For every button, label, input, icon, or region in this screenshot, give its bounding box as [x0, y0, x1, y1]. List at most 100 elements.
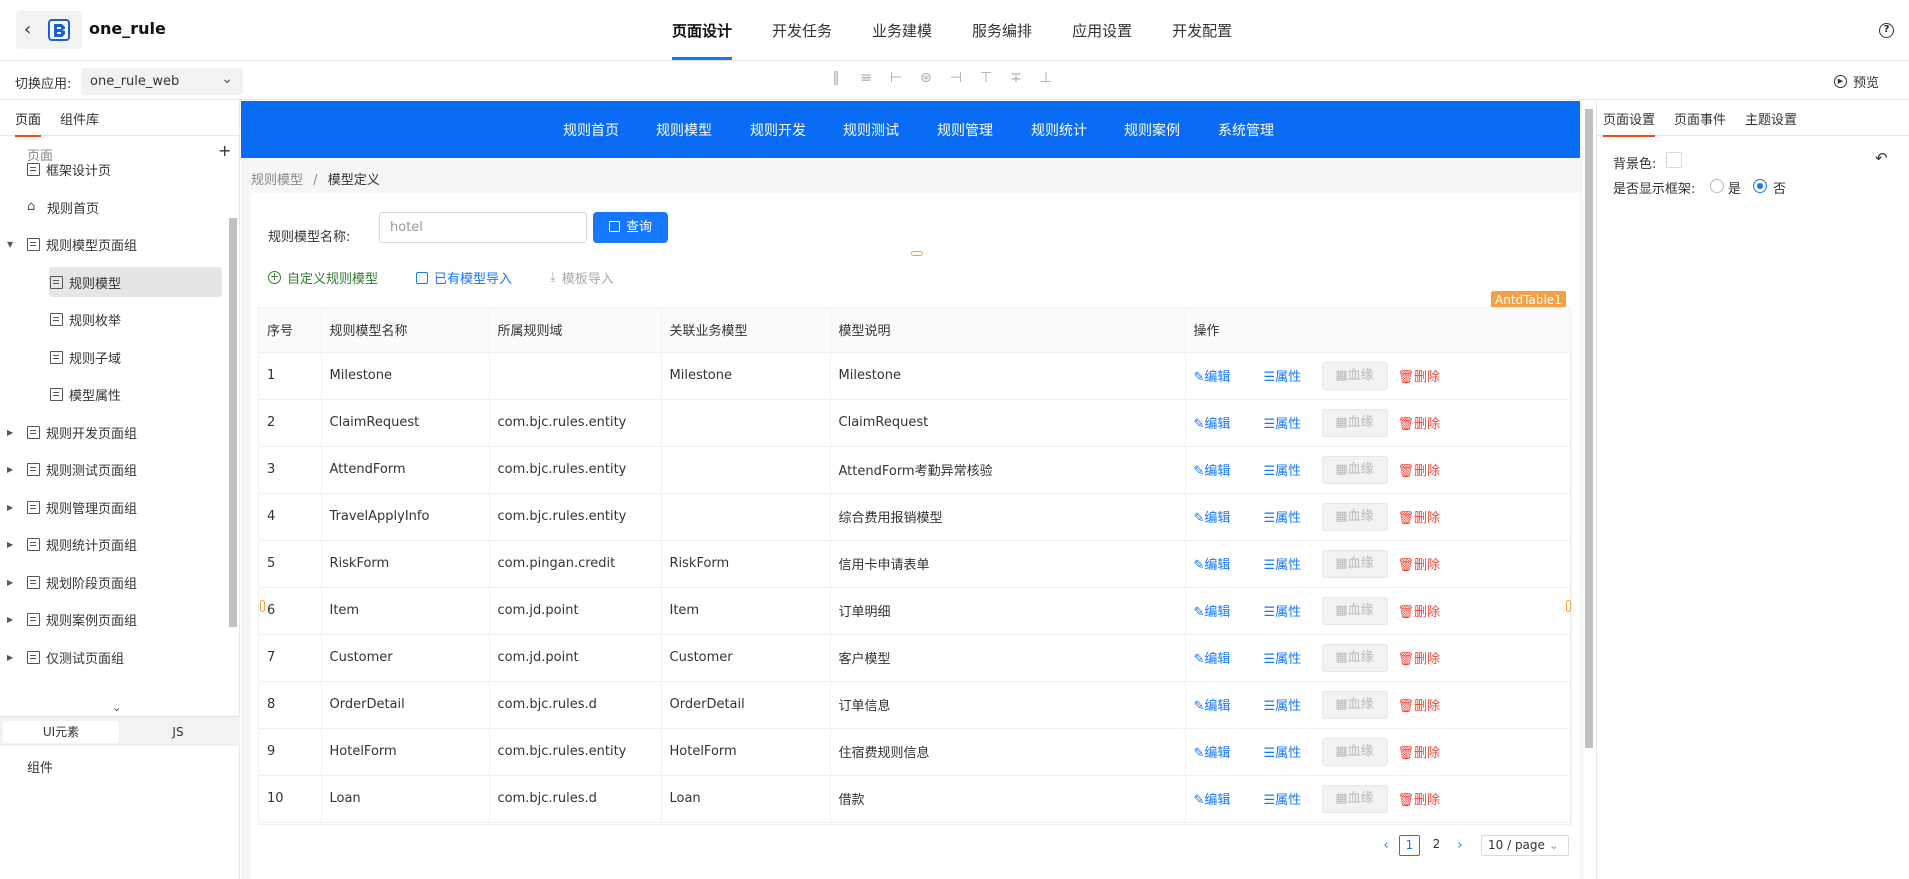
resize-handle-right[interactable] [1566, 600, 1571, 612]
property-button[interactable]: ☰属性 [1264, 789, 1312, 808]
edit-button[interactable]: ✎编辑 [1194, 413, 1254, 432]
resize-handle-top[interactable] [911, 251, 923, 256]
lineage-button[interactable]: ▦血缘 [1321, 737, 1388, 766]
caret-right-icon[interactable]: ▶ [7, 578, 13, 587]
delete-button[interactable]: 🗑删除 [1398, 695, 1441, 714]
query-button[interactable]: 查询 [593, 212, 668, 243]
edit-button[interactable]: ✎编辑 [1194, 601, 1254, 620]
edit-button[interactable]: ✎编辑 [1194, 554, 1254, 573]
edit-button[interactable]: ✎编辑 [1194, 366, 1254, 385]
tree-node-model-attr[interactable]: 模型属性 [50, 379, 121, 409]
tree-node-test-only-group[interactable]: ▶ 仅测试页面组 [7, 642, 124, 672]
add-page-icon[interactable]: + [218, 141, 231, 160]
next-page-icon[interactable]: › [1453, 838, 1467, 853]
property-button[interactable]: ☰属性 [1264, 366, 1312, 385]
lineage-button[interactable]: ▦血缘 [1321, 455, 1388, 484]
tree-node-rule-home[interactable]: ⌂ 规则首页 [27, 192, 99, 222]
caret-right-icon[interactable]: ▶ [7, 653, 13, 662]
lineage-button[interactable]: ▦血缘 [1321, 502, 1388, 531]
align-center-h-icon[interactable]: ≡ [856, 68, 876, 88]
delete-button[interactable]: 🗑删除 [1398, 413, 1441, 432]
tab-dev-tasks[interactable]: 开发任务 [752, 0, 852, 60]
page-1[interactable]: 1 [1399, 835, 1420, 856]
breadcrumb-parent[interactable]: 规则模型 [251, 173, 303, 188]
caret-right-icon[interactable]: ▶ [7, 465, 13, 474]
edit-button[interactable]: ✎编辑 [1194, 460, 1254, 479]
tree-scrollbar[interactable] [229, 186, 237, 676]
delete-button[interactable]: 🗑删除 [1398, 648, 1441, 667]
tree-node-rule-dev-group[interactable]: ▶ 规则开发页面组 [7, 417, 137, 447]
delete-button[interactable]: 🗑删除 [1398, 507, 1441, 526]
resize-handle-left[interactable] [260, 600, 265, 612]
nav-rule-cases[interactable]: 规则案例 [1124, 120, 1180, 140]
caret-down-icon[interactable]: ▼ [7, 240, 13, 249]
property-button[interactable]: ☰属性 [1264, 742, 1312, 761]
lineage-button[interactable]: ▦血缘 [1321, 690, 1388, 719]
tree-node-rule-stats-group[interactable]: ▶ 规则统计页面组 [7, 529, 137, 559]
delete-button[interactable]: 🗑删除 [1398, 789, 1441, 808]
undo-icon[interactable]: ↶ [1875, 149, 1888, 167]
page-2[interactable]: 2 [1426, 835, 1447, 856]
tab-page-design[interactable]: 页面设计 [652, 0, 752, 60]
nav-rule-dev[interactable]: 规则开发 [750, 120, 806, 140]
align-middle-icon[interactable]: ∓ [1006, 68, 1026, 88]
property-button[interactable]: ☰属性 [1264, 460, 1312, 479]
tab-js[interactable]: JS [120, 721, 236, 743]
nav-rule-home[interactable]: 规则首页 [563, 120, 619, 140]
caret-right-icon[interactable]: ▶ [7, 615, 13, 624]
edit-button[interactable]: ✎编辑 [1194, 695, 1254, 714]
delete-button[interactable]: 🗑删除 [1398, 742, 1441, 761]
lineage-button[interactable]: ▦血缘 [1321, 643, 1388, 672]
nav-rule-test[interactable]: 规则测试 [843, 120, 899, 140]
page-size-select[interactable]: 10 / page ⌄ [1481, 835, 1569, 856]
nav-rule-stats[interactable]: 规则统计 [1031, 120, 1087, 140]
question-circle-icon[interactable]: ? [1879, 23, 1894, 38]
import-existing-button[interactable]: 已有模型导入 [416, 268, 512, 287]
template-import-button[interactable]: ⤓ 模板导入 [550, 268, 614, 287]
bg-color-swatch[interactable] [1666, 152, 1682, 168]
delete-button[interactable]: 🗑删除 [1398, 366, 1441, 385]
tab-component-lib[interactable]: 组件库 [60, 109, 99, 128]
tree-node-rule-model[interactable]: 规则模型 [49, 267, 222, 297]
align-left-icon[interactable]: ⊢ [886, 68, 906, 88]
align-top-icon[interactable]: ⊤ [976, 68, 996, 88]
custom-model-button[interactable]: + 自定义规则模型 [268, 268, 378, 287]
prev-page-icon[interactable]: ‹ [1379, 838, 1393, 853]
tab-theme-settings[interactable]: 主题设置 [1745, 109, 1797, 128]
scrollbar-thumb[interactable] [229, 218, 237, 627]
frame-yes-radio[interactable] [1710, 179, 1724, 193]
property-button[interactable]: ☰属性 [1264, 507, 1312, 526]
caret-right-icon[interactable]: ▶ [7, 503, 13, 512]
property-button[interactable]: ☰属性 [1264, 601, 1312, 620]
tab-app-settings[interactable]: 应用设置 [1052, 0, 1152, 60]
model-name-input[interactable]: hotel [379, 212, 587, 243]
tab-page-events[interactable]: 页面事件 [1674, 109, 1726, 128]
tree-node-plan-stage-group[interactable]: ▶ 规划阶段页面组 [7, 567, 137, 597]
tree-node-rule-model-group[interactable]: ▼ 规则模型页面组 [7, 229, 137, 259]
tab-business-modeling[interactable]: 业务建模 [852, 0, 952, 60]
tab-service-orchestration[interactable]: 服务编排 [952, 0, 1052, 60]
tab-ui-elements[interactable]: UI元素 [3, 721, 119, 743]
frame-no-radio[interactable] [1753, 179, 1767, 193]
canvas-scrollbar[interactable] [1583, 101, 1595, 879]
nav-system-manage[interactable]: 系统管理 [1218, 120, 1274, 140]
chevron-down-icon[interactable]: ⌄ [112, 701, 121, 714]
align-center-icon[interactable]: ⊛ [916, 68, 936, 88]
preview-button[interactable]: ▶ 预览 [1834, 72, 1879, 91]
edit-button[interactable]: ✎编辑 [1194, 742, 1254, 761]
delete-button[interactable]: 🗑删除 [1398, 460, 1441, 479]
delete-button[interactable]: 🗑删除 [1398, 554, 1441, 573]
lineage-button[interactable]: ▦血缘 [1321, 361, 1388, 390]
lineage-button[interactable]: ▦血缘 [1321, 784, 1388, 813]
align-bottom-icon[interactable]: ⊥ [1036, 68, 1056, 88]
scrollbar-thumb[interactable] [1585, 109, 1593, 748]
lineage-button[interactable]: ▦血缘 [1321, 596, 1388, 625]
edit-button[interactable]: ✎编辑 [1194, 648, 1254, 667]
caret-right-icon[interactable]: ▶ [7, 428, 13, 437]
nav-rule-manage[interactable]: 规则管理 [937, 120, 993, 140]
tab-page-settings[interactable]: 页面设置 [1603, 109, 1656, 137]
align-right-icon[interactable]: ⊣ [946, 68, 966, 88]
tab-dev-config[interactable]: 开发配置 [1152, 0, 1252, 60]
tree-node-rule-manage-group[interactable]: ▶ 规则管理页面组 [7, 492, 137, 522]
edit-button[interactable]: ✎编辑 [1194, 507, 1254, 526]
